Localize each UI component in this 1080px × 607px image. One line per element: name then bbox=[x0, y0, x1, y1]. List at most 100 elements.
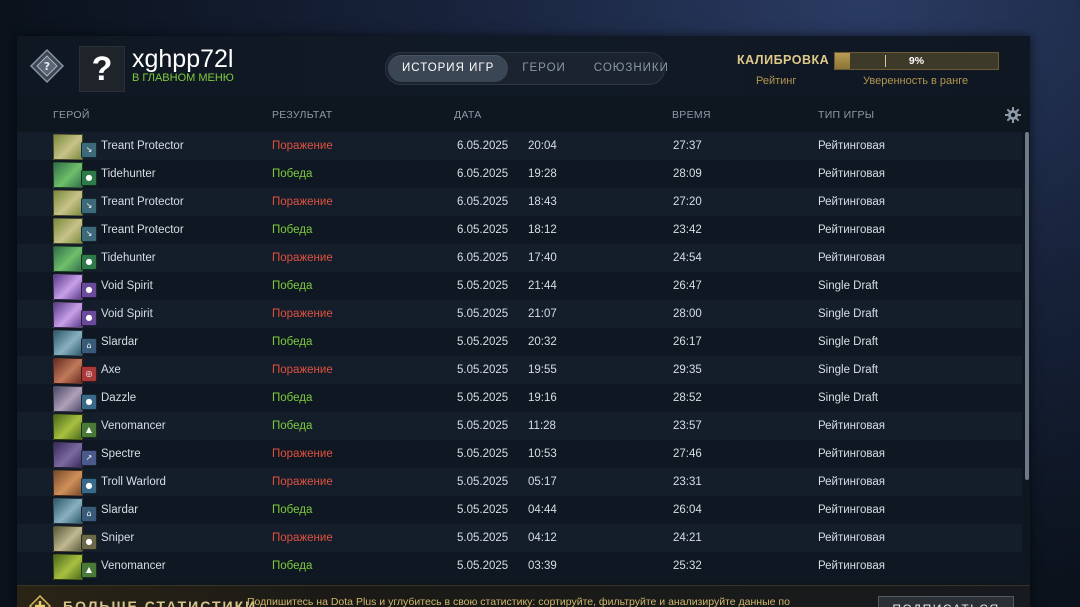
game-mode: Single Draft bbox=[818, 308, 879, 320]
hero-name: Spectre bbox=[101, 448, 141, 460]
match-date: 5.05.2025 bbox=[457, 280, 509, 292]
hero-role-icon: ● bbox=[81, 282, 97, 298]
calibration-progress-text: 9% bbox=[908, 55, 925, 67]
hero-role-icon: ↘ bbox=[81, 198, 97, 214]
match-date: 5.05.2025 bbox=[457, 420, 509, 432]
match-time: 19:28 bbox=[528, 168, 557, 180]
match-row[interactable]: ↘ Treant Protector Победа 6.05.2025 18:12 23:… bbox=[17, 216, 1022, 244]
match-time: 21:44 bbox=[528, 280, 557, 292]
match-row[interactable]: ◎ Axe Поражение 5.05.2025 19:55 29:35 Single D… bbox=[17, 356, 1022, 384]
hero-role-icon: ⌂ bbox=[81, 506, 97, 522]
match-time: 19:16 bbox=[528, 392, 557, 404]
gear-icon[interactable] bbox=[1005, 107, 1021, 123]
game-mode: Рейтинговая bbox=[818, 224, 885, 236]
match-date: 5.05.2025 bbox=[457, 532, 509, 544]
match-duration: 26:17 bbox=[673, 336, 702, 348]
dota-plus-footer: БОЛЬШЕ СТАТИСТИКИ Подпишитесь на Dota Pl… bbox=[17, 585, 1030, 607]
match-row[interactable]: ● Sniper Поражение 5.05.2025 04:12 24:21 Рейти… bbox=[17, 524, 1022, 552]
dota-plus-description: Подпишитесь на Dota Plus и углубитесь в … bbox=[247, 596, 790, 607]
match-row[interactable]: ⌂ Slardar Победа 5.05.2025 04:44 26:04 Рейтинг… bbox=[17, 496, 1022, 524]
match-result: Поражение bbox=[272, 252, 333, 264]
match-row[interactable]: ● Void Spirit Поражение 5.05.2025 21:07 28:00… bbox=[17, 300, 1022, 328]
match-row[interactable]: ↗ Spectre Поражение 5.05.2025 10:53 27:46 Рейт… bbox=[17, 440, 1022, 468]
hero-name: Slardar bbox=[101, 504, 139, 516]
user-status: В ГЛАВНОМ МЕНЮ bbox=[132, 72, 234, 84]
game-mode: Рейтинговая bbox=[818, 532, 885, 544]
match-duration: 28:00 bbox=[673, 308, 702, 320]
match-date: 6.05.2025 bbox=[457, 140, 509, 152]
column-header-duration[interactable]: ВРЕМЯ bbox=[672, 109, 711, 121]
hero-portrait bbox=[53, 218, 83, 244]
hero-portrait bbox=[53, 246, 83, 272]
match-row[interactable]: ● Troll Warlord Поражение 5.05.2025 05:17 23:… bbox=[17, 468, 1022, 496]
match-row[interactable]: ● Void Spirit Победа 5.05.2025 21:44 26:47 Sin… bbox=[17, 272, 1022, 300]
more-stats-title: БОЛЬШЕ СТАТИСТИКИ bbox=[63, 598, 258, 607]
subscribe-button[interactable]: ПОДПИСАТЬСЯ bbox=[878, 596, 1014, 607]
game-mode: Рейтинговая bbox=[818, 420, 885, 432]
hero-role-icon: ↘ bbox=[81, 142, 97, 158]
match-date: 6.05.2025 bbox=[457, 196, 509, 208]
match-result: Победа bbox=[272, 168, 313, 180]
match-result: Победа bbox=[272, 280, 313, 292]
hero-role-icon: ↗ bbox=[81, 450, 97, 466]
match-duration: 23:42 bbox=[673, 224, 702, 236]
game-mode: Рейтинговая bbox=[818, 196, 885, 208]
match-result: Победа bbox=[272, 420, 313, 432]
column-header-result[interactable]: РЕЗУЛЬТАТ bbox=[272, 109, 332, 121]
tab-allies[interactable]: СОЮЗНИКИ bbox=[580, 55, 683, 82]
match-row[interactable]: ⌂ Slardar Победа 5.05.2025 20:32 26:17 Single … bbox=[17, 328, 1022, 356]
column-header-hero[interactable]: ГЕРОЙ bbox=[53, 109, 90, 121]
hero-portrait bbox=[53, 330, 83, 356]
avatar[interactable]: ? bbox=[79, 46, 125, 92]
hero-portrait bbox=[53, 498, 83, 524]
hero-name: Treant Protector bbox=[101, 196, 184, 208]
match-row[interactable]: ● Dazzle Победа 5.05.2025 19:16 28:52 Single D… bbox=[17, 384, 1022, 412]
hero-name: Axe bbox=[101, 364, 121, 376]
match-date: 6.05.2025 bbox=[457, 168, 509, 180]
hero-name: Dazzle bbox=[101, 392, 137, 404]
match-row[interactable]: ● Tidehunter Поражение 6.05.2025 17:40 24:54 Р… bbox=[17, 244, 1022, 272]
match-date: 5.05.2025 bbox=[457, 392, 509, 404]
hero-role-icon: ◎ bbox=[81, 366, 97, 382]
hero-role-icon: ● bbox=[81, 394, 97, 410]
match-date: 5.05.2025 bbox=[457, 308, 509, 320]
match-row[interactable]: ↘ Treant Protector Поражение 6.05.2025 18:43… bbox=[17, 188, 1022, 216]
game-mode: Рейтинговая bbox=[818, 448, 885, 460]
hero-portrait bbox=[53, 358, 83, 384]
hero-name: Treant Protector bbox=[101, 224, 184, 236]
match-row[interactable]: ▲ Venomancer Победа 5.05.2025 03:39 25:32 Рейт… bbox=[17, 552, 1022, 580]
match-row[interactable]: ● Tidehunter Победа 6.05.2025 19:28 28:09 Рейт… bbox=[17, 160, 1022, 188]
match-duration: 23:57 bbox=[673, 420, 702, 432]
match-duration: 27:20 bbox=[673, 196, 702, 208]
game-mode: Рейтинговая bbox=[818, 252, 885, 264]
match-duration: 25:32 bbox=[673, 560, 702, 572]
hero-role-icon: ▲ bbox=[81, 562, 97, 578]
game-mode: Рейтинговая bbox=[818, 168, 885, 180]
match-date: 5.05.2025 bbox=[457, 364, 509, 376]
match-row[interactable]: ▲ Venomancer Победа 5.05.2025 11:28 23:57 Рейт… bbox=[17, 412, 1022, 440]
match-date: 5.05.2025 bbox=[457, 560, 509, 572]
hero-role-icon: ● bbox=[81, 254, 97, 270]
hero-portrait bbox=[53, 442, 83, 468]
match-time: 04:12 bbox=[528, 532, 557, 544]
username[interactable]: xghpp72l bbox=[132, 45, 233, 73]
hero-name: Venomancer bbox=[101, 560, 166, 572]
hero-name: Venomancer bbox=[101, 420, 166, 432]
game-mode: Рейтинговая bbox=[818, 140, 885, 152]
scrollbar[interactable] bbox=[1025, 132, 1029, 480]
match-duration: 27:46 bbox=[673, 448, 702, 460]
column-header-date[interactable]: ДАТА bbox=[454, 109, 482, 121]
hero-role-icon: ↘ bbox=[81, 226, 97, 242]
hero-portrait bbox=[53, 162, 83, 188]
match-row[interactable]: ↘ Treant Protector Поражение 6.05.2025 20:04… bbox=[17, 132, 1022, 160]
match-date: 5.05.2025 bbox=[457, 448, 509, 460]
game-mode: Рейтинговая bbox=[818, 476, 885, 488]
hero-role-icon: ● bbox=[81, 310, 97, 326]
tab-match-history[interactable]: ИСТОРИЯ ИГР bbox=[388, 55, 509, 82]
match-result: Победа bbox=[272, 224, 313, 236]
match-time: 03:39 bbox=[528, 560, 557, 572]
match-time: 20:04 bbox=[528, 140, 557, 152]
match-result: Поражение bbox=[272, 196, 333, 208]
tab-heroes[interactable]: ГЕРОИ bbox=[508, 55, 580, 82]
column-header-mode[interactable]: ТИП ИГРЫ bbox=[818, 109, 874, 121]
